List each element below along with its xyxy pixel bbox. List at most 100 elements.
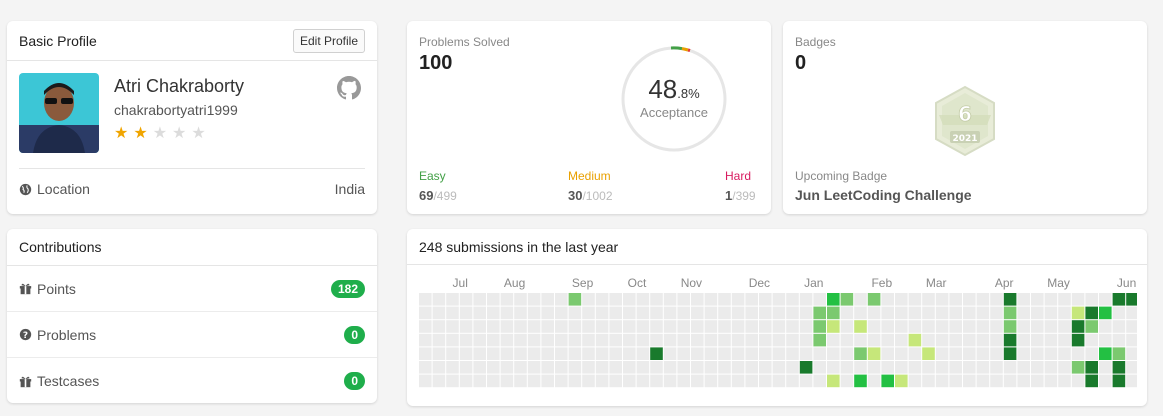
heatmap-cell[interactable] — [718, 320, 731, 333]
heatmap-cell[interactable] — [1085, 306, 1098, 320]
heatmap-cell[interactable] — [1126, 293, 1137, 306]
heatmap-cell[interactable] — [459, 320, 473, 333]
heatmap-cell[interactable] — [541, 306, 554, 320]
heatmap-cell[interactable] — [759, 306, 772, 320]
heatmap-cell[interactable] — [650, 306, 663, 320]
heatmap-cell[interactable] — [1003, 306, 1017, 320]
heatmap-cell[interactable] — [881, 293, 894, 306]
heatmap-cell[interactable] — [500, 347, 514, 360]
heatmap-cell[interactable] — [731, 333, 745, 347]
heatmap-cell[interactable] — [555, 347, 568, 360]
heatmap-cell[interactable] — [922, 333, 935, 347]
heatmap-cell[interactable] — [527, 333, 541, 347]
heatmap-cell[interactable] — [1003, 293, 1017, 306]
heatmap-cell[interactable] — [963, 320, 976, 333]
heatmap-cell[interactable] — [922, 374, 935, 388]
heatmap-cell[interactable] — [595, 320, 609, 333]
heatmap-cell[interactable] — [1112, 320, 1126, 333]
heatmap-cell[interactable] — [718, 333, 731, 347]
heatmap-cell[interactable] — [432, 306, 446, 320]
heatmap-cell[interactable] — [813, 347, 826, 360]
heatmap-cell[interactable] — [922, 347, 935, 360]
heatmap-cell[interactable] — [990, 293, 1003, 306]
heatmap-cell[interactable] — [731, 293, 745, 306]
heatmap-cell[interactable] — [990, 333, 1003, 347]
heatmap-cell[interactable] — [731, 361, 745, 374]
heatmap-cell[interactable] — [568, 320, 582, 333]
heatmap-cell[interactable] — [446, 347, 459, 360]
heatmap-cell[interactable] — [731, 306, 745, 320]
heatmap-cell[interactable] — [854, 347, 867, 360]
heatmap-cell[interactable] — [759, 361, 772, 374]
github-icon[interactable] — [337, 76, 361, 100]
heatmap-cell[interactable] — [636, 293, 650, 306]
heatmap-cell[interactable] — [582, 361, 595, 374]
heatmap-cell[interactable] — [854, 374, 867, 388]
heatmap-cell[interactable] — [568, 293, 582, 306]
heatmap-cell[interactable] — [636, 374, 650, 388]
heatmap-cell[interactable] — [1112, 333, 1126, 347]
heatmap-cell[interactable] — [541, 361, 554, 374]
heatmap-cell[interactable] — [1017, 333, 1030, 347]
heatmap-cell[interactable] — [1112, 306, 1126, 320]
heatmap-cell[interactable] — [895, 293, 908, 306]
heatmap-cell[interactable] — [786, 361, 799, 374]
upcoming-badge-icon[interactable]: 6 2021 — [933, 85, 997, 157]
heatmap-cell[interactable] — [963, 347, 976, 360]
heatmap-cell[interactable] — [759, 293, 772, 306]
heatmap-cell[interactable] — [922, 320, 935, 333]
heatmap-cell[interactable] — [949, 306, 962, 320]
heatmap-cell[interactable] — [813, 333, 826, 347]
heatmap-cell[interactable] — [691, 347, 704, 360]
heatmap-cell[interactable] — [949, 374, 962, 388]
heatmap-cell[interactable] — [527, 320, 541, 333]
upcoming-badge-name[interactable]: Jun LeetCoding Challenge — [795, 187, 972, 203]
heatmap-cell[interactable] — [813, 293, 826, 306]
heatmap-cell[interactable] — [582, 320, 595, 333]
heatmap-cell[interactable] — [1126, 361, 1137, 374]
heatmap-cell[interactable] — [772, 320, 786, 333]
heatmap-cell[interactable] — [446, 306, 459, 320]
heatmap-cell[interactable] — [1099, 320, 1112, 333]
heatmap-cell[interactable] — [677, 333, 690, 347]
heatmap-cell[interactable] — [990, 361, 1003, 374]
heatmap-cell[interactable] — [459, 374, 473, 388]
heatmap-cell[interactable] — [922, 293, 935, 306]
heatmap-cell[interactable] — [881, 347, 894, 360]
heatmap-cell[interactable] — [1085, 333, 1098, 347]
heatmap-cell[interactable] — [677, 347, 690, 360]
heatmap-cell[interactable] — [1126, 306, 1137, 320]
heatmap-cell[interactable] — [772, 347, 786, 360]
heatmap-cell[interactable] — [623, 306, 636, 320]
heatmap-cell[interactable] — [922, 306, 935, 320]
heatmap-cell[interactable] — [541, 320, 554, 333]
heatmap-cell[interactable] — [1031, 320, 1044, 333]
heatmap-cell[interactable] — [1099, 361, 1112, 374]
heatmap-cell[interactable] — [636, 320, 650, 333]
heatmap-cell[interactable] — [1071, 306, 1085, 320]
heatmap-cell[interactable] — [487, 293, 500, 306]
heatmap-cell[interactable] — [840, 347, 854, 360]
heatmap-cell[interactable] — [799, 333, 813, 347]
heatmap-cell[interactable] — [772, 361, 786, 374]
heatmap-cell[interactable] — [990, 306, 1003, 320]
heatmap-cell[interactable] — [704, 306, 718, 320]
heatmap-cell[interactable] — [881, 361, 894, 374]
heatmap-cell[interactable] — [541, 333, 554, 347]
heatmap-cell[interactable] — [786, 333, 799, 347]
heatmap-cell[interactable] — [595, 374, 609, 388]
heatmap-cell[interactable] — [419, 333, 432, 347]
heatmap-cell[interactable] — [731, 320, 745, 333]
heatmap-cell[interactable] — [1058, 374, 1071, 388]
heatmap-cell[interactable] — [772, 306, 786, 320]
heatmap-cell[interactable] — [813, 320, 826, 333]
heatmap-cell[interactable] — [541, 374, 554, 388]
heatmap-cell[interactable] — [786, 374, 799, 388]
heatmap-cell[interactable] — [1031, 361, 1044, 374]
heatmap-cell[interactable] — [527, 347, 541, 360]
heatmap-cell[interactable] — [582, 333, 595, 347]
heatmap-cell[interactable] — [799, 374, 813, 388]
heatmap-cell[interactable] — [650, 347, 663, 360]
heatmap-cell[interactable] — [446, 293, 459, 306]
heatmap-cell[interactable] — [459, 347, 473, 360]
